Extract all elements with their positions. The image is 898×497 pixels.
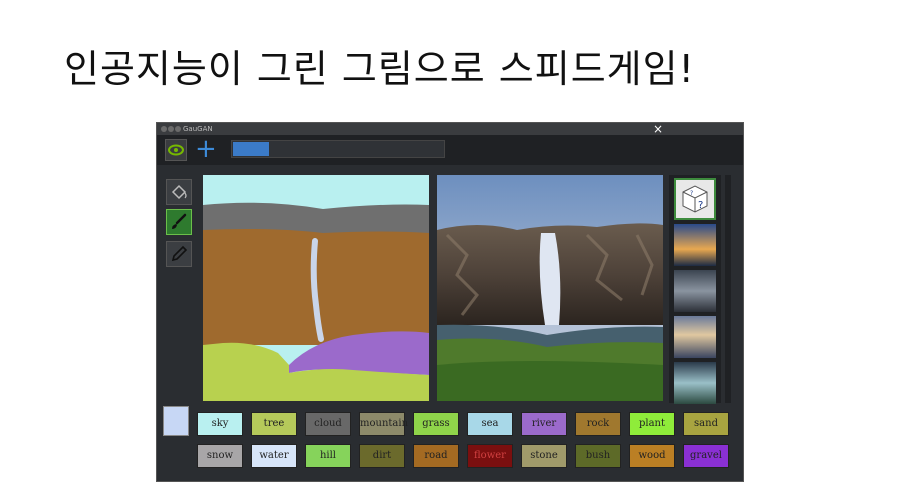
label-mountain-button[interactable]: mountain: [359, 412, 408, 436]
label-sand-button[interactable]: sand: [683, 412, 729, 436]
label-dirt-button[interactable]: dirt: [359, 444, 405, 468]
progress-fill: [233, 142, 269, 156]
thumbnail-scrollbar[interactable]: [725, 175, 731, 403]
label-water-button[interactable]: water: [251, 444, 297, 468]
label-stone-button[interactable]: stone: [521, 444, 567, 468]
pencil-tool[interactable]: [166, 241, 192, 267]
pencil-icon: [171, 245, 188, 262]
sunset-sea-thumbnail[interactable]: [674, 224, 716, 266]
svg-text:?: ?: [690, 190, 693, 197]
svg-text:?: ?: [698, 200, 703, 211]
stormy-sky-thumbnail[interactable]: [674, 270, 716, 312]
random-style-thumbnail[interactable]: ? ?: [674, 178, 716, 220]
segmentation-canvas[interactable]: [203, 175, 429, 401]
window-maximize-dot[interactable]: [175, 126, 181, 132]
label-river-button[interactable]: river: [521, 412, 567, 436]
label-cloud-button[interactable]: cloud: [305, 412, 351, 436]
label-wood-button[interactable]: wood: [629, 444, 675, 468]
brush-tool[interactable]: [166, 209, 192, 235]
cloudy-sunset-thumbnail[interactable]: [674, 316, 716, 358]
selected-label-swatch: [163, 406, 189, 436]
window-minimize-dot[interactable]: [168, 126, 174, 132]
label-tree-button[interactable]: tree: [251, 412, 297, 436]
window-close-dot[interactable]: [161, 126, 167, 132]
nvidia-logo-icon: [165, 139, 187, 161]
style-thumbnails: ? ?: [669, 175, 721, 404]
gaugan-window: GauGAN × + ? ? sky tree cloud mountain g…: [156, 122, 744, 482]
label-road-button[interactable]: road: [413, 444, 459, 468]
paint-bucket-icon: [171, 184, 187, 200]
close-icon[interactable]: ×: [653, 123, 663, 136]
label-sea-button[interactable]: sea: [467, 412, 513, 436]
label-bush-button[interactable]: bush: [575, 444, 621, 468]
slide-title: 인공지능이 그린 그림으로 스피드게임!: [64, 47, 695, 91]
label-snow-button[interactable]: snow: [197, 444, 243, 468]
label-rock-button[interactable]: rock: [575, 412, 621, 436]
paint-bucket-tool[interactable]: [166, 179, 192, 205]
label-gravel-button[interactable]: gravel: [683, 444, 729, 468]
window-titlebar: GauGAN ×: [157, 123, 743, 136]
brush-icon: [172, 213, 187, 229]
wave-rock-thumbnail[interactable]: [674, 362, 716, 404]
label-flower-button[interactable]: flower: [467, 444, 513, 468]
label-plant-button[interactable]: plant: [629, 412, 675, 436]
label-sky-button[interactable]: sky: [197, 412, 243, 436]
progress-bar: [231, 140, 445, 158]
add-icon[interactable]: +: [195, 136, 217, 162]
dice-icon: ? ?: [682, 185, 708, 213]
toolbar: +: [157, 135, 743, 165]
label-hill-button[interactable]: hill: [305, 444, 351, 468]
generated-photo: [437, 175, 663, 401]
label-grass-button[interactable]: grass: [413, 412, 459, 436]
